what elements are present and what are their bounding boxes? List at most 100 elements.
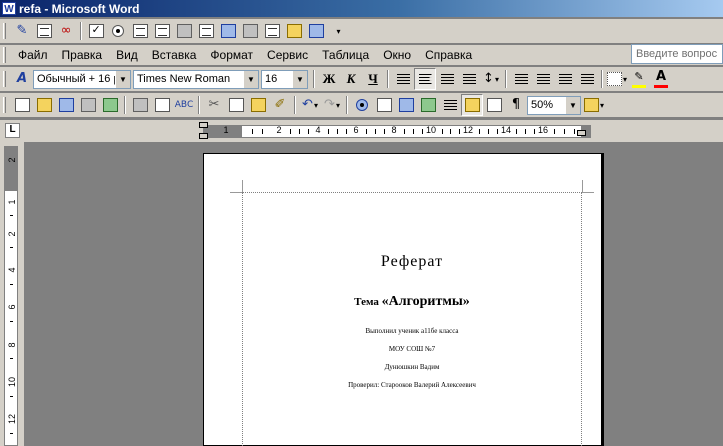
- menu-help[interactable]: Справка: [418, 45, 479, 65]
- spelling-icon[interactable]: ABC: [173, 94, 195, 116]
- copy-icon[interactable]: [225, 94, 247, 116]
- open-folder-icon[interactable]: [33, 94, 55, 116]
- document-title: Реферат: [380, 253, 444, 270]
- radio-control-icon[interactable]: [107, 20, 129, 42]
- standard-toolbar: ABC ✂ ✐ ↶ ▾ ↷ ▾ ¶ 50% ▼ ▾: [0, 93, 723, 117]
- menu-insert[interactable]: Вставка: [145, 45, 204, 65]
- underline-button[interactable]: Ч: [362, 68, 384, 90]
- frame-control-icon[interactable]: [151, 20, 173, 42]
- menu-window[interactable]: Окно: [376, 45, 418, 65]
- italic-button[interactable]: К: [340, 68, 362, 90]
- columns-icon[interactable]: [439, 94, 461, 116]
- styles-pane-icon[interactable]: A: [11, 68, 33, 90]
- design-mode-icon[interactable]: ✎: [11, 20, 33, 42]
- menu-format[interactable]: Формат: [203, 45, 260, 65]
- horizontal-ruler[interactable]: 1 2 4 6 8 10 12 14 16: [203, 125, 591, 138]
- bold-button[interactable]: Ж: [318, 68, 340, 90]
- ruler-bar: L 1 2 4 6 8 10 12 14 16: [0, 120, 723, 142]
- properties-icon[interactable]: [33, 20, 55, 42]
- menu-edit[interactable]: Правка: [55, 45, 110, 65]
- font-select[interactable]: Times New Roman ▼: [133, 69, 259, 89]
- chevron-down-icon[interactable]: ▼: [292, 70, 307, 88]
- document-page[interactable]: Реферат Тема «Алгоритмы» Выполнил ученик…: [203, 153, 602, 446]
- document-map-icon[interactable]: [483, 94, 505, 116]
- view-code-icon[interactable]: ∞: [55, 20, 77, 42]
- chevron-down-icon[interactable]: ▼: [115, 70, 130, 88]
- vertical-ruler[interactable]: 2 1 2 4 6 8 10 12: [4, 146, 18, 446]
- menu-view[interactable]: Вид: [109, 45, 145, 65]
- left-indent-marker[interactable]: [199, 133, 208, 139]
- topic-name: «Алгоритмы»: [381, 294, 470, 309]
- window-title: refa - Microsoft Word: [19, 1, 140, 16]
- combobox-control-icon[interactable]: [195, 20, 217, 42]
- zoom-select[interactable]: 50% ▼: [527, 95, 581, 115]
- author-line: Выполнил ученик а11бе класса: [365, 327, 459, 335]
- toolbar-options-icon[interactable]: ▾: [327, 20, 349, 42]
- hyperlink-icon[interactable]: [351, 94, 373, 116]
- menu-tools[interactable]: Сервис: [260, 45, 315, 65]
- font-color-icon[interactable]: A: [650, 68, 672, 90]
- text-area[interactable]: Реферат Тема «Алгоритмы» Выполнил ученик…: [242, 192, 582, 446]
- undo-icon[interactable]: ↶ ▾: [299, 94, 321, 116]
- help-search-input[interactable]: Введите вопрос: [631, 44, 723, 64]
- style-select[interactable]: Обычный + 16 р ▼: [33, 69, 131, 89]
- label-control-icon[interactable]: [217, 20, 239, 42]
- help-icon[interactable]: ▾: [583, 94, 605, 116]
- toggle-control-icon[interactable]: [305, 20, 327, 42]
- bullets-icon[interactable]: [532, 68, 554, 90]
- listbox-control-icon[interactable]: [129, 20, 151, 42]
- align-right-icon[interactable]: [436, 68, 458, 90]
- tables-borders-icon[interactable]: [373, 94, 395, 116]
- print-icon[interactable]: [129, 94, 151, 116]
- insert-excel-icon[interactable]: [417, 94, 439, 116]
- save-icon[interactable]: [55, 94, 77, 116]
- new-document-icon[interactable]: [11, 94, 33, 116]
- school-line: МОУ СОШ №7: [388, 345, 436, 353]
- highlight-icon[interactable]: ✎: [628, 68, 650, 90]
- print-preview-icon[interactable]: [151, 94, 173, 116]
- justify-icon[interactable]: [458, 68, 480, 90]
- redo-icon[interactable]: ↷ ▾: [321, 94, 343, 116]
- toolbar-gripper[interactable]: [3, 23, 6, 39]
- scroll-control-icon[interactable]: [261, 20, 283, 42]
- more-controls-icon[interactable]: [283, 20, 305, 42]
- forms-toolbar: ✎ ∞ ▾: [0, 19, 723, 43]
- menu-table[interactable]: Таблица: [315, 45, 376, 65]
- formatting-toolbar: A Обычный + 16 р ▼ Times New Roman ▼ 16 …: [0, 67, 723, 91]
- cut-icon[interactable]: ✂: [203, 94, 225, 116]
- textbox-control-icon[interactable]: [173, 20, 195, 42]
- drawing-icon[interactable]: [461, 94, 483, 116]
- menu-bar: Файл Правка Вид Вставка Формат Сервис Та…: [0, 45, 723, 65]
- font-size-select[interactable]: 16 ▼: [261, 69, 308, 89]
- menu-file[interactable]: Файл: [11, 45, 55, 65]
- format-painter-icon[interactable]: ✐: [269, 94, 291, 116]
- word-app-icon[interactable]: W: [2, 2, 16, 15]
- align-left-icon[interactable]: [392, 68, 414, 90]
- align-center-icon[interactable]: [414, 68, 436, 90]
- permission-icon[interactable]: [77, 94, 99, 116]
- tab-selector-icon[interactable]: L: [5, 123, 20, 138]
- insert-table-icon[interactable]: [395, 94, 417, 116]
- first-line-indent-marker[interactable]: [199, 122, 208, 128]
- std-gripper[interactable]: [3, 97, 6, 113]
- checkbox-control-icon[interactable]: [85, 20, 107, 42]
- email-icon[interactable]: [99, 94, 121, 116]
- line-spacing-icon[interactable]: ↕ ▾: [480, 68, 502, 90]
- student-name-line: Дунюшкин Вадим: [384, 363, 440, 371]
- right-indent-marker[interactable]: [577, 130, 586, 136]
- title-bar: W refa - Microsoft Word: [0, 0, 723, 17]
- menu-gripper[interactable]: [3, 47, 6, 63]
- chevron-down-icon[interactable]: ▼: [565, 96, 580, 114]
- paste-icon[interactable]: [247, 94, 269, 116]
- image-control-icon[interactable]: [239, 20, 261, 42]
- fmt-gripper[interactable]: [3, 71, 6, 87]
- increase-indent-icon[interactable]: [576, 68, 598, 90]
- reviewer-line: Проверил: Старооков Валерий Алексеевич: [348, 381, 476, 389]
- chevron-down-icon[interactable]: ▼: [243, 70, 258, 88]
- document-topic: Тема «Алгоритмы»: [243, 294, 581, 310]
- borders-icon[interactable]: ▾: [606, 68, 628, 90]
- numbering-icon[interactable]: [510, 68, 532, 90]
- highlight-color-bar: [632, 85, 646, 88]
- show-formatting-icon[interactable]: ¶: [505, 94, 527, 116]
- decrease-indent-icon[interactable]: [554, 68, 576, 90]
